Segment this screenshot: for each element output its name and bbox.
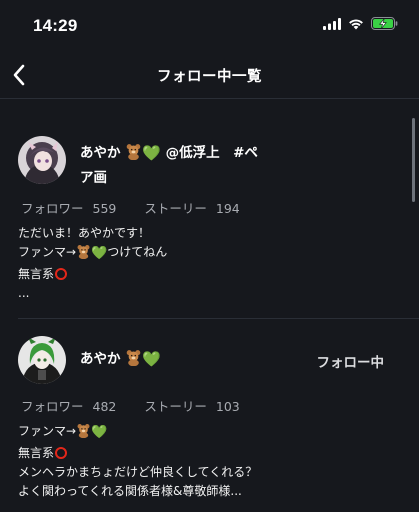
bio-line: ただいま！あやかです！	[18, 226, 151, 240]
bio-line: ファンマ→ 💚	[18, 422, 257, 444]
nav-bar: フォロー中一覧	[0, 52, 419, 99]
status-bar: 14:29	[0, 0, 419, 52]
status-time: 14:29	[33, 16, 78, 35]
avatar[interactable]	[18, 136, 66, 184]
teddy-bear-icon	[125, 349, 142, 373]
user-card[interactable]: あやか 💚 @低浮上 #ペ ア画 フォロワー 559 ストーリー 194 ただいま！…	[0, 98, 419, 320]
avatar-image	[18, 136, 66, 184]
red-circle-icon	[55, 447, 68, 459]
user-stats: フォロワー 559 ストーリー 194	[21, 198, 240, 217]
bio-line: メンヘラかまちょだけど仲良くしてくれる？	[18, 465, 258, 479]
user-name-text: あやか	[80, 145, 121, 161]
story-label: ストーリー	[144, 201, 207, 216]
divider	[18, 318, 419, 319]
avatar[interactable]	[18, 336, 66, 384]
following-button[interactable]: フォロー中	[317, 351, 385, 371]
green-heart-icon: 💚	[142, 350, 161, 368]
user-bio: ファンマ→ 💚 無言系 メンヘラかまちょだけど仲良くしてくれる？ よく関わってく…	[18, 422, 257, 501]
user-bio: ただいま！あやかです！ ファンマ→ 💚つけてねん 無言系 ...	[18, 224, 167, 303]
follower-label: フォロワー	[21, 201, 84, 216]
user-name-suffix: @低浮上 #ペ	[165, 145, 258, 161]
bio-line: 無言系	[18, 265, 167, 284]
user-card[interactable]: あやか 💚 フォロー中 フォロワー 482 ストーリー 103 ファンマ→ 💚	[0, 320, 419, 512]
red-circle-icon	[55, 268, 68, 280]
follower-count: 559	[92, 201, 117, 216]
page-title: フォロー中一覧	[157, 69, 262, 85]
status-icons	[323, 17, 398, 30]
user-name-continued: ア画	[80, 170, 107, 186]
user-name[interactable]: あやか 💚	[80, 348, 280, 373]
bio-line: ...	[18, 286, 30, 300]
bio-line: 無言系	[18, 444, 257, 463]
battery-charging-icon	[371, 17, 398, 30]
user-name[interactable]: あやか 💚 @低浮上 #ペ ア画	[80, 142, 280, 189]
green-heart-icon: 💚	[91, 425, 108, 440]
teddy-bear-icon	[76, 244, 91, 265]
story-label: ストーリー	[144, 399, 207, 414]
follower-label: フォロワー	[21, 399, 84, 414]
signal-icon	[323, 17, 341, 30]
story-count: 194	[215, 201, 240, 216]
user-stats: フォロワー 482 ストーリー 103	[21, 396, 240, 415]
follower-count: 482	[92, 399, 117, 414]
green-heart-icon: 💚	[142, 144, 161, 162]
user-name-text: あやか	[80, 351, 121, 367]
green-heart-icon: 💚	[91, 246, 108, 261]
bio-line: ファンマ→ 💚つけてねん	[18, 243, 167, 265]
teddy-bear-icon	[76, 423, 91, 444]
wifi-icon	[349, 18, 363, 29]
avatar-image	[18, 336, 66, 384]
bio-line: よく関わってくれる関係者様&尊敬師様...	[18, 484, 242, 498]
teddy-bear-icon	[125, 143, 142, 167]
story-count: 103	[215, 399, 240, 414]
